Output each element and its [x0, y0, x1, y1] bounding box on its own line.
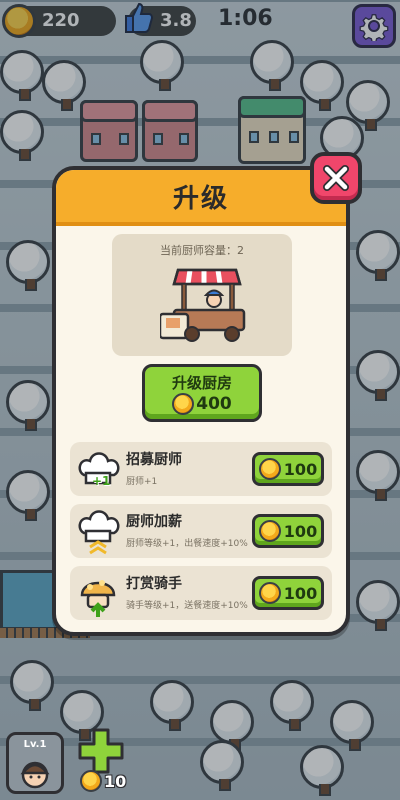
food-cart-icon	[160, 268, 246, 342]
item-title: 打赏骑手	[126, 576, 182, 592]
item-title: 厨师加薪	[126, 514, 182, 530]
item-description: 厨师+1	[126, 477, 158, 487]
item-cost: 100	[283, 521, 318, 541]
upgrade-item-tip-rider: 打赏骑手 骑手等级+1，送餐速度+10% 100	[70, 566, 332, 620]
upgrade-item-recruit-chef: +1 招募厨师 厨师+1 100	[70, 442, 332, 496]
coin-icon	[172, 393, 195, 415]
coin-icon	[258, 582, 281, 604]
close-button[interactable]	[310, 152, 362, 204]
kitchen-capacity-label: 当前厨师容量：2	[160, 244, 244, 257]
item-description: 骑手等级+1，送餐速度+10%	[126, 601, 248, 611]
rider-icon	[76, 569, 120, 617]
upgrade-item-chef-raise: 厨师加薪 厨师等级+1，出餐速度+10% 100	[70, 504, 332, 558]
player-level-button[interactable]: Lv.1	[6, 732, 64, 794]
upgrade-kitchen-button[interactable]: 升级厨房 400	[142, 364, 262, 422]
add-staff-button[interactable]: 10	[74, 726, 128, 794]
dialog-title: 升级	[172, 183, 229, 214]
chef-hat-icon	[76, 507, 120, 555]
chef-avatar	[20, 761, 50, 789]
upgrade-kitchen-label: 升级厨房	[171, 374, 232, 392]
buy-chef-raise-button[interactable]: 100	[252, 514, 324, 548]
item-title: 招募厨师	[126, 452, 182, 468]
plus-one-badge: +1	[92, 474, 111, 488]
level-label: Lv.1	[23, 739, 47, 750]
kitchen-preview: 当前厨师容量：2	[112, 234, 292, 356]
item-cost: 100	[283, 583, 318, 603]
upgrade-dialog: 升级 当前厨师容量：2 升级厨房 400 +1 招募厨师 厨师+1 100 厨师…	[52, 166, 350, 636]
coin-icon	[80, 770, 102, 792]
dialog-header: 升级	[56, 170, 346, 226]
item-description: 厨师等级+1，出餐速度+10%	[126, 539, 248, 549]
close-icon	[323, 165, 349, 191]
upgrade-kitchen-cost: 400	[145, 393, 259, 415]
item-cost: 100	[283, 459, 318, 479]
coin-icon	[258, 458, 281, 480]
buy-recruit-chef-button[interactable]: 100	[252, 452, 324, 486]
add-cost-value: 10	[104, 771, 127, 791]
add-staff-cost: 10	[80, 770, 126, 792]
buy-tip-rider-button[interactable]: 100	[252, 576, 324, 610]
upgrade-cost-value: 400	[196, 394, 232, 414]
plus-icon	[78, 728, 124, 774]
coin-icon	[258, 520, 281, 542]
